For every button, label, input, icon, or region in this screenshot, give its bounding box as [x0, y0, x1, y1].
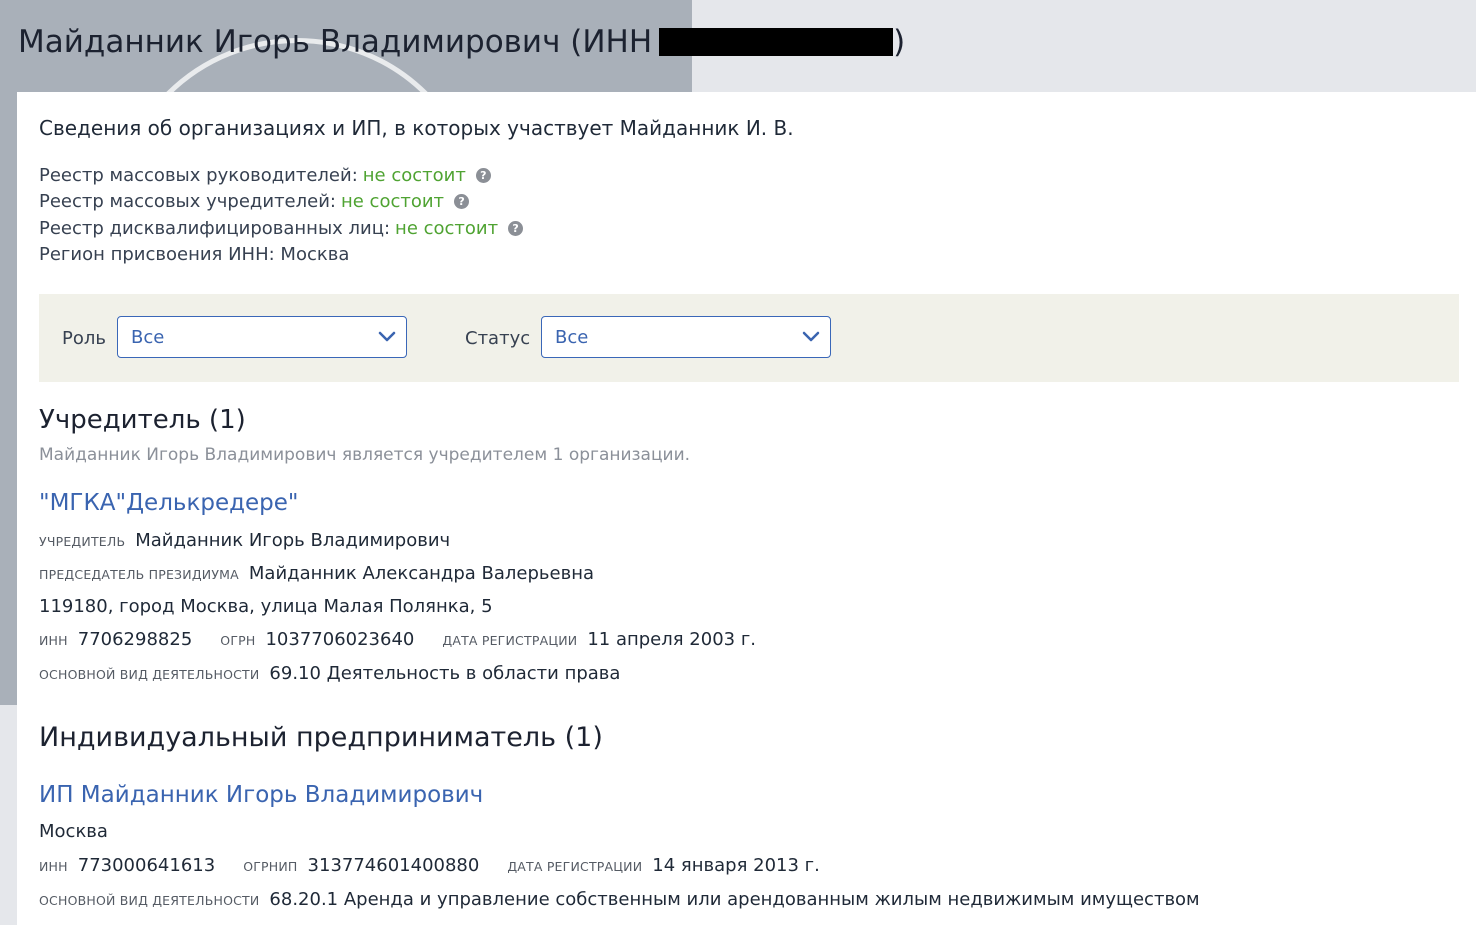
- redacted-inn: [659, 28, 894, 56]
- question-circle-icon[interactable]: ?: [454, 194, 470, 210]
- org-chair-caption: председатель президиума: [39, 567, 239, 582]
- ip-reg-value: 14 января 2013 г.: [652, 855, 820, 876]
- ip-name-link[interactable]: ИП Майданник Игорь Владимирович: [39, 782, 483, 808]
- registry-status: не состоит: [395, 217, 499, 239]
- org-ogrn-caption: ОГРН: [220, 633, 256, 648]
- ip-inn-caption: ИНН: [39, 859, 68, 874]
- question-circle-icon[interactable]: ?: [475, 167, 491, 183]
- status-select-value: Все: [555, 326, 589, 348]
- org-activity-value: 69.10 Деятельность в области права: [269, 663, 621, 684]
- inn-region: Регион присвоения ИНН: Москва: [39, 244, 350, 266]
- ip-ogrnip-value: 313774601400880: [307, 855, 480, 876]
- ip-reg-caption: дата регистрации: [507, 859, 643, 874]
- org-founder-value: Майданник Игорь Владимирович: [135, 530, 451, 551]
- ip-city: Москва: [39, 821, 108, 842]
- org-reg-caption: дата регистрации: [442, 633, 578, 648]
- org-ogrn-value: 1037706023640: [265, 629, 415, 650]
- org-reg-value: 11 апреля 2003 г.: [587, 629, 757, 650]
- question-circle-icon[interactable]: ?: [508, 220, 524, 236]
- org-activity-row: основной вид деятельности 69.10 Деятельн…: [39, 663, 620, 689]
- section-subtitle: Сведения об организациях и ИП, в которых…: [39, 116, 794, 140]
- org-inn-value: 7706298825: [77, 629, 193, 650]
- page-title-text: Майданник Игорь Владимирович (ИНН: [18, 24, 653, 60]
- founder-section-heading: Учредитель (1): [39, 405, 246, 435]
- registry-label: Реестр массовых руководителей:: [39, 164, 358, 186]
- filter-bar: Роль Все Статус Все: [39, 294, 1459, 382]
- registry-list: Реестр массовых руководителей: не состои…: [39, 162, 524, 268]
- founder-section-note: Майданник Игорь Владимирович является уч…: [39, 445, 691, 465]
- org-ids-row: ИНН 7706298825 ОГРН 1037706023640 дата р…: [39, 629, 756, 655]
- ip-section-heading: Индивидуальный предприниматель (1): [39, 722, 603, 753]
- ip-activity-value: 68.20.1 Аренда и управление собственным …: [269, 889, 1200, 910]
- status-select[interactable]: Все: [541, 316, 831, 358]
- ip-ogrnip-caption: ОГРНИП: [243, 859, 298, 874]
- org-address: 119180, город Москва, улица Малая Полянк…: [39, 596, 493, 617]
- role-filter-label: Роль: [62, 328, 106, 349]
- org-founder-row: учредитель Майданник Игорь Владимирович: [39, 530, 450, 556]
- ip-ids-row: ИНН 773000641613 ОГРНИП 313774601400880 …: [39, 855, 820, 881]
- chevron-down-icon: [378, 331, 396, 342]
- org-chair-row: председатель президиума Майданник Алекса…: [39, 563, 594, 589]
- ip-inn-value: 773000641613: [77, 855, 216, 876]
- registry-mass-founders: Реестр массовых учредителей: не состоит …: [39, 189, 523, 216]
- registry-label: Реестр массовых учредителей:: [39, 191, 336, 213]
- content-panel: Сведения об организациях и ИП, в которых…: [17, 92, 1476, 925]
- org-chair-value: Майданник Александра Валерьевна: [248, 563, 595, 584]
- registry-mass-managers: Реестр массовых руководителей: не состои…: [39, 162, 523, 189]
- status-filter-label: Статус: [465, 328, 531, 349]
- org-activity-caption: основной вид деятельности: [39, 667, 260, 682]
- registry-status: не состоит: [340, 191, 445, 213]
- org-inn-caption: ИНН: [39, 633, 68, 648]
- role-select[interactable]: Все: [117, 316, 407, 358]
- registry-label: Реестр дисквалифицированных лиц:: [39, 217, 391, 239]
- ip-activity-row: основной вид деятельности 68.20.1 Аренда…: [39, 889, 1200, 915]
- registry-status: не состоит: [362, 164, 466, 186]
- registry-disqualified: Реестр дисквалифицированных лиц: не сост…: [39, 215, 524, 242]
- org-founder-caption: учредитель: [39, 534, 126, 549]
- org-name-link[interactable]: "МГКА"Делькредере": [39, 490, 299, 516]
- role-select-value: Все: [131, 326, 165, 348]
- ip-activity-caption: основной вид деятельности: [39, 893, 260, 908]
- page-title: Майданник Игорь Владимирович (ИНН ): [18, 24, 905, 60]
- page-title-close: ): [893, 24, 906, 60]
- chevron-down-icon: [802, 331, 820, 342]
